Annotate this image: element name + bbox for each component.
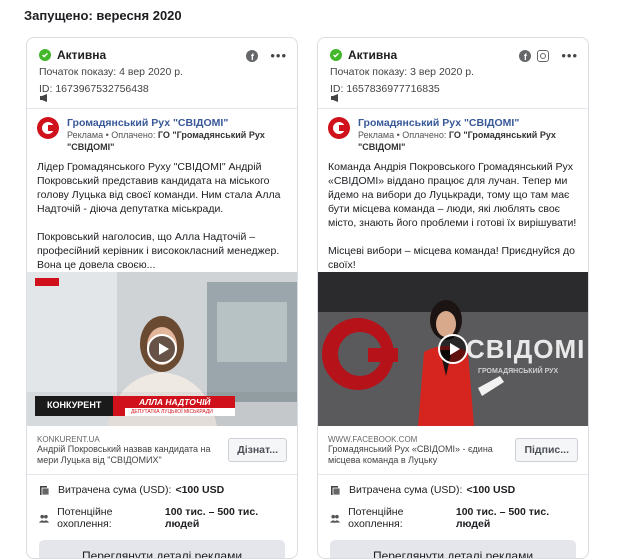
ad-id: ID: 1657836977716835 [330,83,440,95]
ad-card: Активна Початок показу: 3 вер 2020 р. ID… [317,37,589,559]
page-name-link[interactable]: Громадянський Рух "СВІДОМІ" [67,117,287,129]
ad-status-header: Активна Початок показу: 3 вер 2020 р. ID… [318,38,588,109]
page-logo[interactable] [328,117,350,139]
learn-more-button[interactable]: Дізнат... [228,438,287,462]
facebook-icon: f [519,50,532,62]
spend-value: <100 USD [175,484,225,496]
check-icon [39,49,51,61]
reach-label: Потенційне охоплення: [57,506,113,530]
spend-row: Витрачена сума (USD): <100 USD [39,484,285,496]
sponsor-line: Реклама • Оплачено: ГО "Громадянський Ру… [358,129,578,153]
start-date: Початок показу: 3 вер 2020 р. [330,66,474,78]
sponsor-line: Реклама • Оплачено: ГО "Громадянський Ру… [67,129,287,153]
view-ad-details-button[interactable]: Переглянути деталі реклами [330,540,576,558]
people-icon [39,514,50,523]
megaphone-icon [331,94,338,102]
ad-preview: Громадянський Рух "СВІДОМІ" Реклама • Оп… [27,109,297,472]
people-icon [330,514,341,523]
ad-status-header: Активна Початок показу: 4 вер 2020 р. ID… [27,38,297,109]
more-options-icon[interactable]: ••• [561,49,578,62]
link-preview[interactable]: WWW.FACEBOOK.COM Громадянський Рух «СВІД… [328,426,578,472]
spend-label: Витрачена сума (USD): [58,484,172,496]
ad-stats: Витрачена сума (USD): <100 USD Потенційн… [27,474,297,530]
link-domain: WWW.FACEBOOK.COM [328,434,418,444]
status-label: Активна [348,48,398,62]
section-title: Запущено: вересня 2020 [24,8,182,23]
link-preview[interactable]: KONKURENT.UA Андрій Покровський назвав к… [37,426,287,472]
instagram-icon [537,50,550,62]
media-caption: СВІДОМІ [466,334,586,364]
play-icon[interactable] [147,334,177,364]
facebook-icon: f [246,50,259,62]
start-date: Початок показу: 4 вер 2020 р. [39,66,183,78]
page-name-link[interactable]: Громадянський Рух "СВІДОМІ" [358,117,578,129]
spend-value: <100 USD [466,484,516,496]
link-domain: KONKURENT.UA [37,434,100,444]
media-subcaption: ДЕПУТАТКА ЛУЦЬКОЇ МІСЬКРАДИ [131,409,213,415]
video-thumbnail[interactable]: СВІДОМІ ГРОМАДЯНСЬКИЙ РУХ [318,272,588,426]
ad-preview: Громадянський Рух "СВІДОМІ" Реклама • Оп… [318,109,588,472]
ad-body-text: Лідер Громадянського Руху "СВІДОМІ" Андр… [37,161,281,271]
media-subcaption: ГРОМАДЯНСЬКИЙ РУХ [478,368,559,375]
money-icon [331,485,341,495]
media-brand: КОНКУРЕНТ [47,400,102,410]
ad-card: Активна Початок показу: 4 вер 2020 р. ID… [26,37,298,559]
play-icon[interactable] [438,334,468,364]
media-caption: АЛЛА НАДТОЧІЙ [139,397,211,407]
ad-id: ID: 1673967532756438 [39,83,149,95]
reach-value: 100 тис. – 500 тис. людей [455,506,550,530]
page-logo[interactable] [37,117,59,139]
sign-up-button[interactable]: Підпис... [515,438,578,462]
sponsor-prefix: Реклама • Оплачено: [67,130,156,140]
spend-row: Витрачена сума (USD): <100 USD [330,484,576,496]
reach-value: 100 тис. – 500 тис. людей [164,506,259,530]
reach-label: Потенційне охоплення: [348,506,404,530]
check-icon [330,49,342,61]
ad-stats: Витрачена сума (USD): <100 USD Потенційн… [318,474,588,530]
spend-label: Витрачена сума (USD): [349,484,463,496]
status-label: Активна [57,48,107,62]
view-ad-details-button[interactable]: Переглянути деталі реклами [39,540,285,558]
more-options-icon[interactable]: ••• [270,49,287,62]
sponsor-prefix: Реклама • Оплачено: [358,130,447,140]
megaphone-icon [40,94,47,102]
money-icon [40,485,50,495]
reach-row: Потенційне охоплення: 100 тис. – 500 тис… [330,506,576,530]
video-thumbnail[interactable]: КОНКУРЕНТ АЛЛА НАДТОЧІЙ ДЕПУТАТКА ЛУЦЬКО… [27,272,297,426]
link-title: Андрій Покровський назвав кандидата на м… [37,443,211,465]
ad-body-text: Команда Андрія Покровського Громадянськи… [328,161,577,271]
link-title: Громадянський Рух «СВІДОМІ» - єдина місц… [328,443,493,465]
reach-row: Потенційне охоплення: 100 тис. – 500 тис… [39,506,285,530]
